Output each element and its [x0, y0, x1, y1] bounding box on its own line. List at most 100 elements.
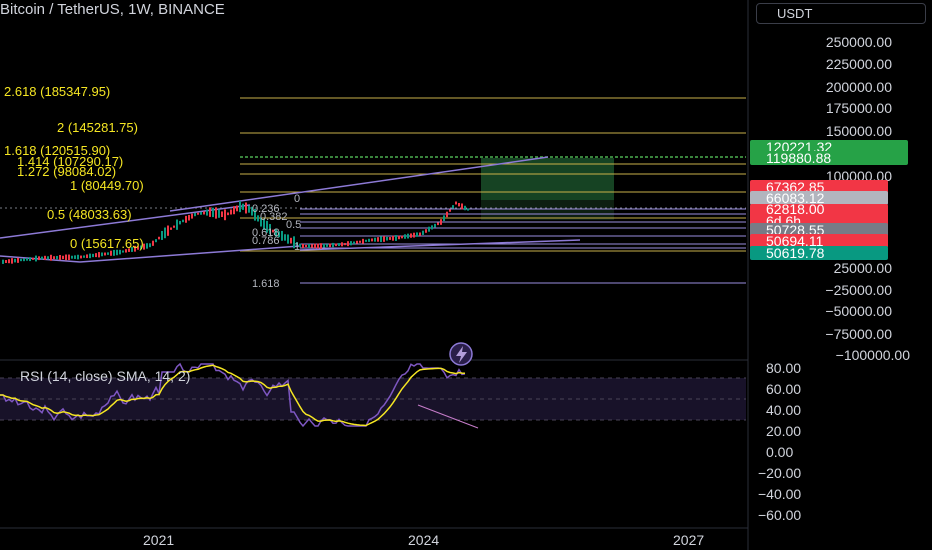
candle-down: [458, 203, 460, 207]
candle-down: [311, 244, 313, 248]
candle-up: [161, 230, 163, 240]
candle-up: [368, 238, 370, 242]
fib-label-1: 1 (80449.70): [70, 178, 144, 193]
candle-up: [365, 239, 367, 242]
candle-down: [68, 254, 70, 261]
price-axis-tick: 175000.00: [826, 100, 892, 116]
candle-up: [287, 234, 289, 244]
candle-down: [203, 211, 205, 215]
candle-up: [146, 243, 148, 249]
fib-small-label: 1.618: [252, 278, 280, 290]
fib-label-2618: 2.618 (185347.95): [4, 84, 110, 99]
candle-down: [59, 254, 61, 261]
candle-up: [14, 258, 16, 263]
price-axis-tick: −25000.00: [825, 282, 892, 298]
candle-up: [101, 252, 103, 257]
candle-up: [407, 233, 409, 239]
candle-down: [209, 207, 211, 217]
candle-up: [404, 234, 406, 239]
candle-down: [227, 212, 229, 216]
candle-up: [443, 215, 445, 222]
candle-down: [17, 257, 19, 263]
candle-up: [182, 219, 184, 223]
candle-down: [425, 229, 427, 233]
candle-up: [83, 255, 85, 258]
candle-down: [110, 250, 112, 256]
candle-up: [92, 253, 94, 258]
candle-up: [380, 236, 382, 243]
candle-down: [104, 252, 106, 256]
candle-down: [356, 240, 358, 244]
candle-down: [317, 243, 319, 249]
candle-down: [86, 254, 88, 259]
fib-label-0: 0 (15617.65): [70, 236, 144, 251]
candle-down: [53, 256, 55, 260]
candle-up: [47, 256, 49, 260]
candle-up: [206, 209, 208, 216]
candle-up: [200, 211, 202, 215]
candle-up: [155, 239, 157, 243]
price-axis-tick: 150000.00: [826, 123, 892, 139]
candle-down: [341, 242, 343, 247]
candle-down: [362, 238, 364, 244]
candle-down: [290, 237, 292, 244]
price-axis-tick: −75000.00: [825, 326, 892, 342]
candle-down: [359, 240, 361, 243]
candle-down: [314, 243, 316, 249]
candle-up: [257, 215, 259, 222]
candle-down: [65, 254, 67, 261]
fib-small-label: 0.382: [260, 211, 288, 223]
time-axis-tick: 2027: [673, 532, 704, 548]
candle-down: [335, 243, 337, 247]
candle-up: [350, 241, 352, 246]
fib-retracement-lines[interactable]: [300, 208, 746, 284]
candle-down: [437, 222, 439, 226]
candle-up: [164, 227, 166, 239]
candle-down: [305, 244, 307, 248]
candle-up: [323, 243, 325, 248]
rsi-axis-tick: 60.00: [766, 381, 801, 397]
candle-up: [338, 243, 340, 247]
candle-up: [2, 259, 4, 264]
candle-up: [353, 241, 355, 244]
candle-down: [398, 235, 400, 240]
candle-up: [242, 203, 244, 210]
candle-down: [62, 255, 64, 260]
candle-up: [332, 242, 334, 248]
lightning-icon[interactable]: [449, 342, 473, 366]
candle-down: [230, 209, 232, 215]
price-axis-tick: 250000.00: [826, 34, 892, 50]
trading-chart[interactable]: 2.618 (185347.95) 2 (145281.75) 1.618 (1…: [0, 0, 932, 550]
candle-down: [11, 258, 13, 264]
candle-up: [212, 207, 214, 218]
candle-down: [413, 232, 415, 238]
fib-label-2: 2 (145281.75): [57, 120, 138, 135]
candle-up: [326, 244, 328, 247]
candle-up: [89, 253, 91, 259]
fib-small-label: 1: [294, 241, 300, 253]
price-axis-tick: −50000.00: [825, 303, 892, 319]
candle-down: [389, 237, 391, 240]
candle-up: [434, 223, 436, 228]
candle-down: [215, 207, 217, 219]
price-axis-tick: 200000.00: [826, 79, 892, 95]
candle-down: [185, 215, 187, 223]
candle-up: [41, 256, 43, 260]
candle-up: [464, 205, 466, 211]
price-axis-tick: −100000.00: [836, 347, 911, 363]
candle-up: [308, 243, 310, 249]
candle-down: [461, 203, 463, 210]
candle-down: [401, 235, 403, 239]
rsi-axis-tick: −60.00: [758, 507, 801, 523]
fib-label-05: 0.5 (48033.63): [47, 207, 132, 222]
long-position-entry-zone[interactable]: [481, 200, 614, 220]
candle-down: [80, 255, 82, 259]
candle-up: [248, 205, 250, 213]
candle-up: [431, 225, 433, 230]
candle-down: [329, 243, 331, 248]
candle-down: [152, 240, 154, 246]
candle-down: [446, 211, 448, 218]
candle-down: [44, 255, 46, 261]
candle-down: [158, 236, 160, 240]
time-axis-tick: 2024: [408, 532, 439, 548]
